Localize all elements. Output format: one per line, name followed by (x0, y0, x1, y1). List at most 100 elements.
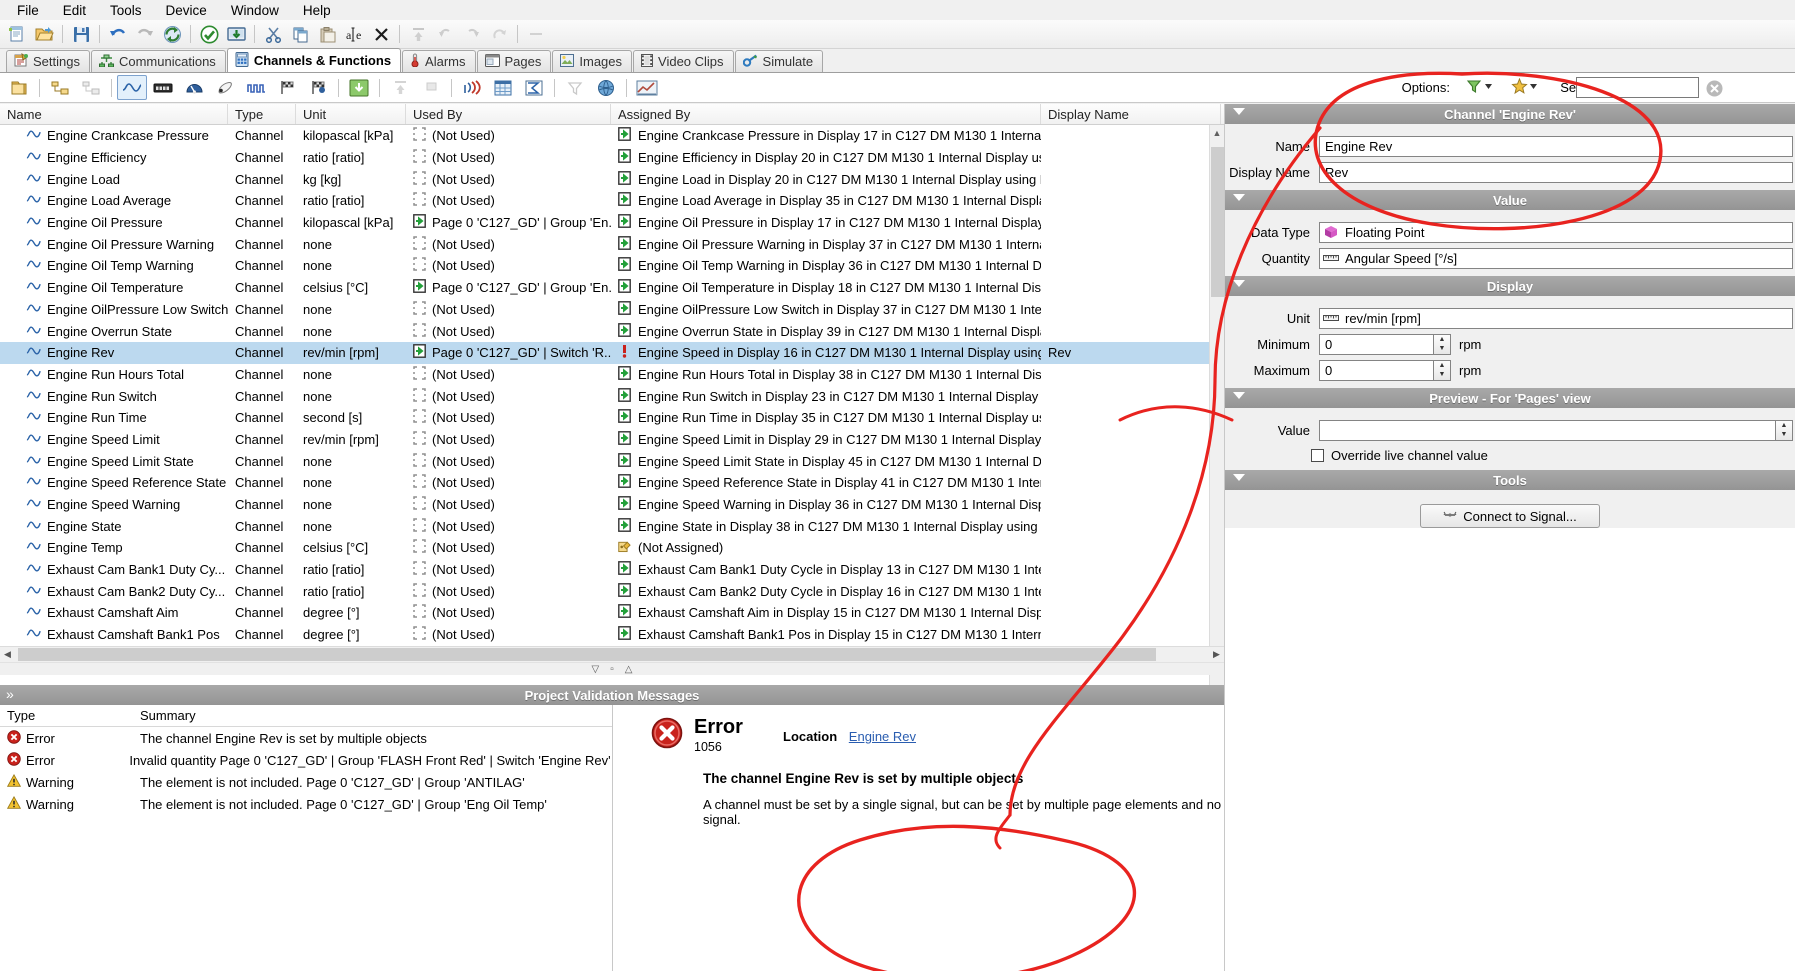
redo-icon[interactable] (132, 22, 158, 46)
panel-splitter[interactable]: ▽ ▫ △ (0, 662, 1224, 675)
folder-icon[interactable] (4, 75, 34, 100)
collapse-triangle-icon[interactable] (1233, 474, 1245, 481)
hscroll-thumb[interactable] (18, 648, 1156, 661)
name-input[interactable]: Engine Rev (1319, 135, 1793, 157)
collapse-triangle-icon[interactable] (1233, 392, 1245, 399)
splitter-restore-icon[interactable]: ▫ (610, 664, 614, 675)
table-row[interactable]: Exhaust Cam Bank2 Duty Cy... Channel ratio… (0, 580, 1224, 602)
minimum-input[interactable]: 0 (1319, 333, 1434, 355)
table-row[interactable]: Engine Run Switch Channel none (Not Used) En… (0, 385, 1224, 407)
table-row[interactable]: Engine OilPressure Low Switch Channel none… (0, 299, 1224, 321)
channel-waveform-icon[interactable] (117, 75, 147, 100)
nav-forward-icon[interactable] (459, 22, 485, 46)
tab-pages[interactable]: Pages (476, 50, 552, 72)
signal-broadcast-icon[interactable] (457, 75, 487, 100)
stepper-up-icon[interactable]: ▲ (1776, 421, 1792, 431)
preview-value-stepper[interactable]: ▲ ▼ (1776, 419, 1793, 441)
stepper-down-icon[interactable]: ▼ (1434, 370, 1450, 380)
table-row[interactable]: Engine Speed Reference State Channel none (… (0, 472, 1224, 494)
formula-icon[interactable] (519, 75, 549, 100)
connect-to-signal-button[interactable]: Connect to Signal... (1420, 504, 1600, 528)
table-row[interactable]: Engine State Channel none (Not Used) Engine … (0, 515, 1224, 537)
stepper-down-icon[interactable]: ▼ (1434, 344, 1450, 354)
copy-icon[interactable] (287, 22, 313, 46)
validation-row[interactable]: Error The channel Engine Rev is set by mu… (0, 727, 612, 749)
table-data-icon[interactable] (488, 75, 518, 100)
table-row[interactable]: Engine Oil Temperature Channel celsius [°C… (0, 277, 1224, 299)
scroll-up-arrow-icon[interactable]: ▲ (1210, 125, 1224, 141)
minimum-stepper[interactable]: ▲ ▼ (1434, 333, 1451, 355)
validation-message-list[interactable]: Type Summary Error The channel Engine Rev… (0, 705, 613, 971)
table-row[interactable]: Engine Speed Limit Channel rev/min [rpm] (N… (0, 429, 1224, 451)
import-green-icon[interactable] (344, 75, 374, 100)
splitter-collapse-up-icon[interactable]: △ (625, 664, 633, 675)
tab-alarms[interactable]: Alarms (402, 50, 476, 72)
column-header-unit[interactable]: Unit (296, 104, 406, 124)
table-row[interactable]: Engine Oil Pressure Channel kilopascal [kP… (0, 212, 1224, 234)
stepper-up-icon[interactable]: ▲ (1434, 335, 1450, 345)
table-row[interactable]: Exhaust Camshaft Bank1 Pos Channel degree … (0, 624, 1224, 646)
collapse-triangle-icon[interactable] (1233, 108, 1245, 115)
maximum-input[interactable]: 0 (1319, 359, 1434, 381)
table-row[interactable]: Engine Speed Limit State Channel none (Not … (0, 450, 1224, 472)
menu-item-file[interactable]: File (6, 1, 50, 20)
stepper-down-icon[interactable]: ▼ (1776, 430, 1792, 440)
column-header-assigned-by[interactable]: Assigned By (611, 104, 1041, 124)
section-header-preview[interactable]: Preview - For 'Pages' view (1225, 388, 1795, 408)
counter-icon[interactable] (148, 75, 178, 100)
nav-extra-icon[interactable] (486, 22, 512, 46)
table-row[interactable]: Engine Run Time Channel second [s] (Not Use… (0, 407, 1224, 429)
clear-search-icon[interactable] (1706, 80, 1723, 100)
menu-item-window[interactable]: Window (220, 1, 290, 20)
globe-icon[interactable] (591, 75, 621, 100)
table-row[interactable]: Engine Load Channel kg [kg] (Not Used) Engin… (0, 168, 1224, 190)
table-row[interactable]: Engine Speed Warning Channel none (Not Used… (0, 494, 1224, 516)
table-row[interactable]: Engine Efficiency Channel ratio [ratio] (No… (0, 147, 1224, 169)
tab-simulate[interactable]: Simulate (734, 50, 824, 72)
refresh-icon[interactable] (159, 22, 185, 46)
data-type-select[interactable]: Floating Point (1319, 221, 1793, 243)
validation-column-type[interactable]: Type (0, 705, 133, 726)
table-row[interactable]: Exhaust Cam Bank1 Duty Cy... Channel ratio… (0, 559, 1224, 581)
section-header-tools[interactable]: Tools (1225, 470, 1795, 490)
move-item-up-icon[interactable] (385, 75, 415, 100)
validation-row[interactable]: Error Invalid quantity Page 0 'C127_GD' |… (0, 749, 612, 771)
menu-item-edit[interactable]: Edit (52, 1, 97, 20)
override-checkbox[interactable] (1311, 448, 1324, 462)
scroll-right-arrow-icon[interactable]: ▶ (1209, 649, 1224, 660)
paste-icon[interactable] (314, 22, 340, 46)
grid-horizontal-scrollbar[interactable]: ◀ ▶ (0, 646, 1224, 662)
bell-alarm-icon[interactable] (210, 75, 240, 100)
table-row[interactable]: Engine Oil Temp Warning Channel none (Not U… (0, 255, 1224, 277)
checkered-flag-end-icon[interactable] (303, 75, 333, 100)
column-header-name[interactable]: Name ^ (0, 104, 228, 124)
checkered-flag-start-icon[interactable] (272, 75, 302, 100)
scroll-left-arrow-icon[interactable]: ◀ (0, 649, 15, 660)
nav-back-icon[interactable] (432, 22, 458, 46)
new-document-icon[interactable] (4, 22, 30, 46)
open-folder-icon[interactable] (31, 22, 57, 46)
move-up-icon[interactable] (405, 22, 431, 46)
tab-communications[interactable]: Communications (90, 50, 226, 72)
move-item-down-icon[interactable] (416, 75, 446, 100)
save-icon[interactable] (68, 22, 94, 46)
table-row[interactable]: Exhaust Camshaft Aim Channel degree [°] (No… (0, 602, 1224, 624)
column-header-used-by[interactable]: Used By (406, 104, 611, 124)
menu-item-help[interactable]: Help (292, 1, 342, 20)
table-row[interactable]: Engine Crankcase Pressure Channel kilopasc… (0, 125, 1224, 147)
validation-panel-header[interactable]: » Project Validation Messages (0, 685, 1224, 705)
table-row[interactable]: Engine Temp Channel celsius [°C] (Not Used)… (0, 537, 1224, 559)
location-link[interactable]: Engine Rev (849, 729, 916, 744)
chart-icon[interactable] (632, 75, 662, 100)
remove-group-icon[interactable] (76, 75, 106, 100)
validation-column-summary[interactable]: Summary (133, 705, 612, 726)
collapse-triangle-icon[interactable] (1233, 194, 1245, 201)
gauge-icon[interactable] (179, 75, 209, 100)
overflow-icon[interactable] (523, 22, 549, 46)
options-columns-dropdown[interactable] (1511, 78, 1537, 95)
cut-icon[interactable] (260, 22, 286, 46)
expand-chevron-icon[interactable]: » (6, 686, 14, 702)
tab-images[interactable]: Images (552, 50, 633, 72)
table-row[interactable]: Engine Overrun State Channel none (Not Used… (0, 320, 1224, 342)
collapse-triangle-icon[interactable] (1233, 280, 1245, 287)
